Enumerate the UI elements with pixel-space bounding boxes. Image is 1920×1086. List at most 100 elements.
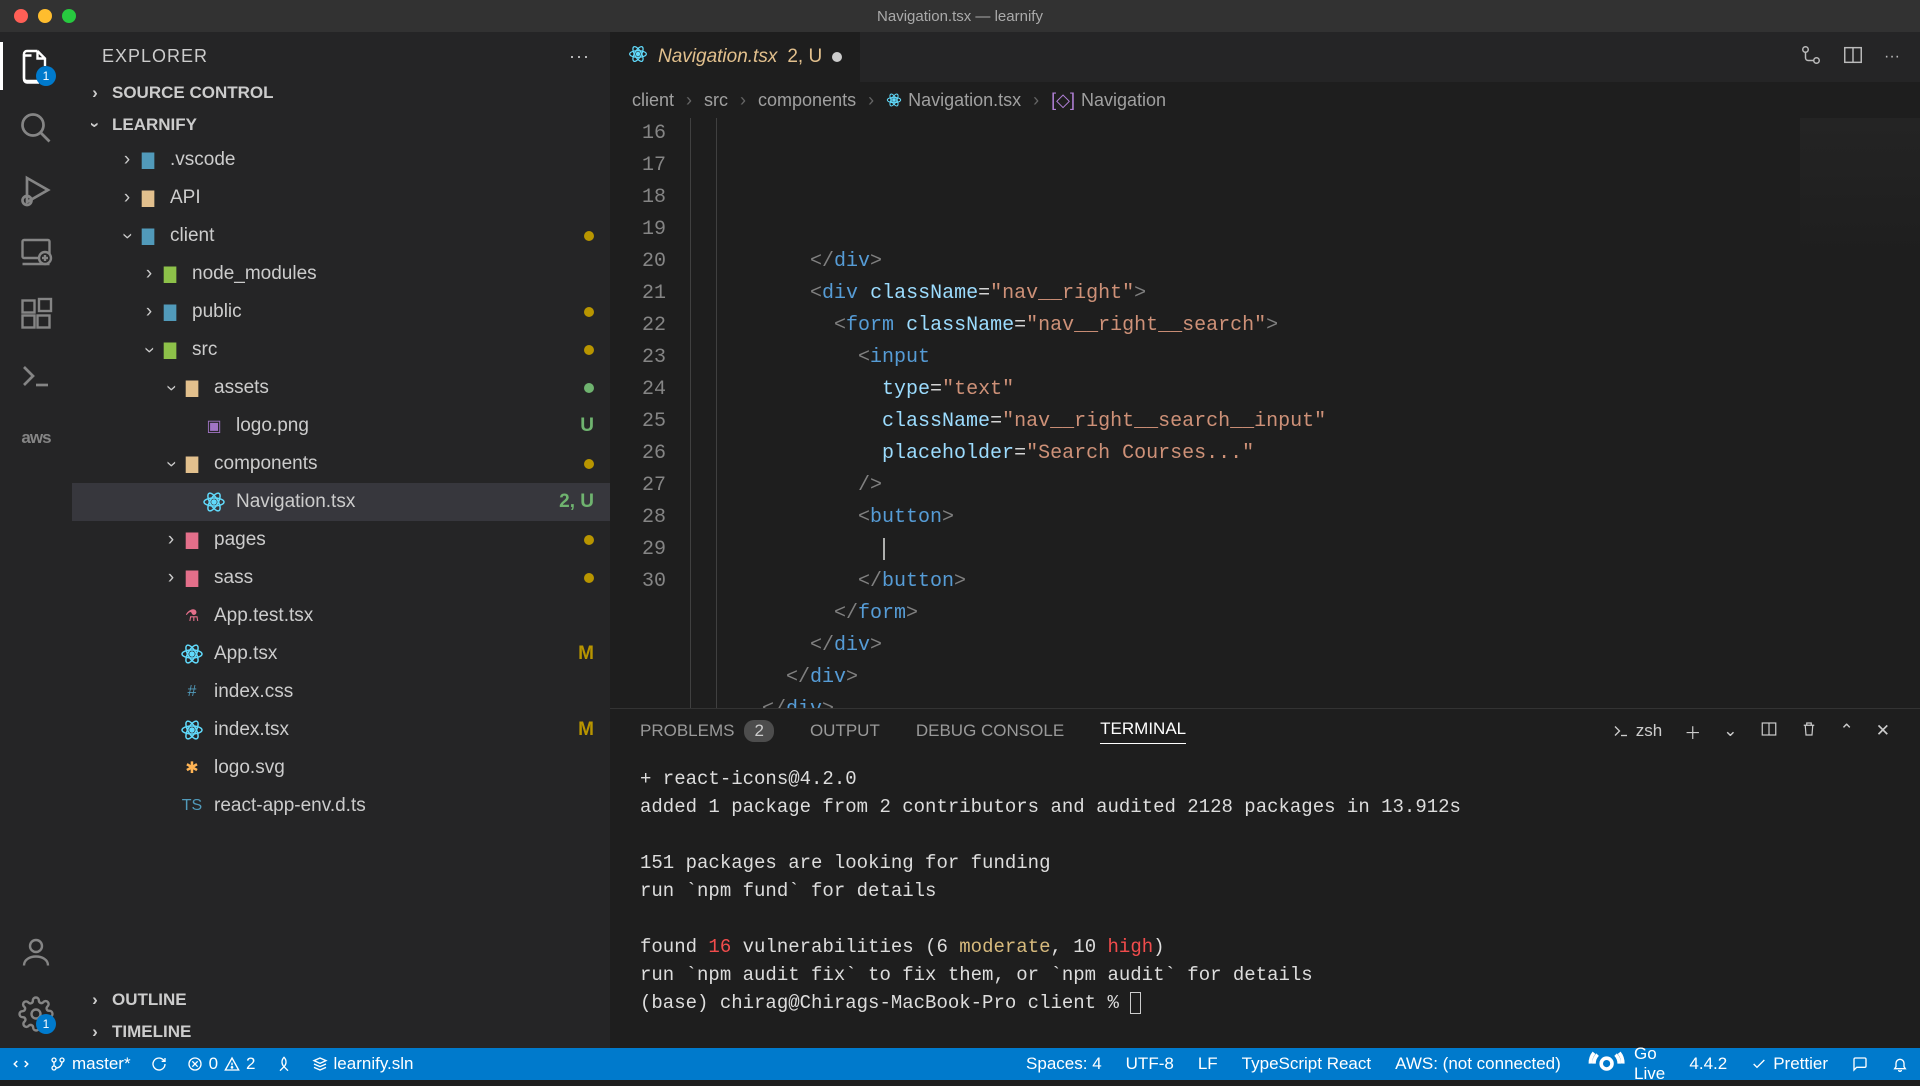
indentation[interactable]: Spaces: 4 (1026, 1054, 1102, 1074)
tree-row-assets[interactable]: ›▇assets (72, 369, 610, 407)
tab-navigation[interactable]: Navigation.tsx 2, U (610, 32, 860, 82)
shell-selector[interactable]: zsh (1612, 721, 1662, 741)
code-line[interactable]: </button> (690, 566, 1920, 598)
chevron-right-icon: › (140, 301, 158, 323)
tree-row-sass[interactable]: ›▇sass (72, 559, 610, 597)
eol[interactable]: LF (1198, 1054, 1218, 1074)
tab-problems[interactable]: PROBLEMS 2 (640, 720, 774, 742)
extensions-icon[interactable] (18, 296, 54, 332)
tree-row-node-modules[interactable]: ›▇node_modules (72, 255, 610, 293)
terminal-output[interactable]: + react-icons@4.2.0added 1 package from … (610, 753, 1920, 1048)
breadcrumbs[interactable]: client›src›components› Navigation.tsx›[◇… (610, 82, 1920, 118)
tree-row-react-app-env-d-ts[interactable]: TSreact-app-env.d.ts (72, 787, 610, 825)
tree-row-src[interactable]: ›▇src (72, 331, 610, 369)
split-editor-icon[interactable] (1842, 44, 1864, 71)
sync-button[interactable] (151, 1056, 167, 1072)
accounts-icon[interactable] (18, 934, 54, 970)
sidebar-more-icon[interactable]: ··· (569, 46, 590, 67)
tab-terminal[interactable]: TERMINAL (1100, 719, 1186, 744)
code-line[interactable]: </form> (690, 598, 1920, 630)
prettier-button[interactable]: Prettier (1751, 1054, 1828, 1074)
tree-row-index-tsx[interactable]: index.tsxM (72, 711, 610, 749)
close-window-icon[interactable] (14, 9, 28, 23)
close-panel-icon[interactable]: ✕ (1876, 721, 1890, 741)
settings-icon[interactable]: 1 (18, 996, 54, 1032)
code-line[interactable]: <button> (690, 502, 1920, 534)
git-status: 2, U (559, 491, 594, 513)
section-source-control[interactable]: › SOURCE CONTROL (72, 77, 610, 109)
aws-icon[interactable]: aws (18, 420, 54, 456)
code-line[interactable]: </div> (690, 630, 1920, 662)
breadcrumb-item[interactable]: src (704, 90, 728, 111)
breadcrumb-item[interactable]: client (632, 90, 674, 111)
breadcrumb-item[interactable]: components (758, 90, 856, 111)
maximize-window-icon[interactable] (62, 9, 76, 23)
compare-icon[interactable] (1800, 44, 1822, 71)
tab-bar: Navigation.tsx 2, U ··· (610, 32, 1920, 82)
code-line[interactable]: type="text" (690, 374, 1920, 406)
branch-button[interactable]: master* (50, 1054, 131, 1074)
git-status-dot (584, 535, 594, 545)
tree-row-index-css[interactable]: #index.css (72, 673, 610, 711)
encoding[interactable]: UTF-8 (1126, 1054, 1174, 1074)
status-port-icon[interactable] (276, 1056, 292, 1072)
aws-status[interactable]: AWS: (not connected) (1395, 1054, 1561, 1074)
tree-row-public[interactable]: ›▇public (72, 293, 610, 331)
errors-warnings[interactable]: 0 2 (187, 1054, 256, 1074)
code-editor[interactable]: 161718192021222324252627282930 </div> <d… (610, 118, 1920, 708)
remote-button[interactable] (12, 1055, 30, 1073)
terminal-dropdown-icon[interactable]: ⌄ (1723, 721, 1737, 741)
tree-row--vscode[interactable]: ›▇.vscode (72, 141, 610, 179)
code-line[interactable]: </div> (690, 246, 1920, 278)
tree-label: sass (214, 567, 584, 589)
tree-row-pages[interactable]: ›▇pages (72, 521, 610, 559)
chevron-right-icon: › (140, 263, 158, 285)
tree-row-navigation-tsx[interactable]: Navigation.tsx2, U (72, 483, 610, 521)
terminal-panel-icon[interactable] (18, 358, 54, 394)
minimap[interactable] (1800, 118, 1920, 258)
code-line[interactable]: </div> (690, 694, 1920, 708)
code-line[interactable]: placeholder="Search Courses..." (690, 438, 1920, 470)
tree-row-api[interactable]: ›▇API (72, 179, 610, 217)
tree-row-app-tsx[interactable]: App.tsxM (72, 635, 610, 673)
code-line[interactable]: <form className="nav__right__search"> (690, 310, 1920, 342)
go-live-button[interactable]: Go Live (1585, 1042, 1666, 1085)
breadcrumb-item[interactable]: Navigation.tsx (886, 90, 1021, 111)
code-line[interactable]: className="nav__right__search__input" (690, 406, 1920, 438)
section-timeline[interactable]: › TIMELINE (72, 1016, 610, 1048)
code-line[interactable]: <input (690, 342, 1920, 374)
breadcrumb-sep: › (740, 90, 746, 111)
code-line[interactable]: </div> (690, 662, 1920, 694)
branch-name: master* (72, 1054, 131, 1074)
extension-version[interactable]: 4.4.2 (1689, 1054, 1727, 1074)
remote-explorer-icon[interactable] (18, 234, 54, 270)
code-line[interactable] (690, 534, 1920, 566)
minimize-window-icon[interactable] (38, 9, 52, 23)
tree-row-app-test-tsx[interactable]: ⚗App.test.tsx (72, 597, 610, 635)
feedback-icon[interactable] (1852, 1056, 1868, 1072)
code-line[interactable]: <div className="nav__right"> (690, 278, 1920, 310)
section-project[interactable]: › LEARNIFY (72, 109, 610, 141)
kill-terminal-icon[interactable] (1800, 720, 1818, 743)
section-outline[interactable]: › OUTLINE (72, 984, 610, 1016)
search-icon[interactable] (18, 110, 54, 146)
run-debug-icon[interactable] (18, 172, 54, 208)
code-line[interactable]: /> (690, 470, 1920, 502)
language-mode[interactable]: TypeScript React (1242, 1054, 1371, 1074)
notifications-icon[interactable] (1892, 1056, 1908, 1072)
new-terminal-icon[interactable]: ＋ (1684, 719, 1701, 744)
tab-output[interactable]: OUTPUT (810, 721, 880, 741)
explorer-icon[interactable]: 1 (18, 48, 54, 84)
solution-button[interactable]: learnify.sln (312, 1054, 414, 1074)
tree-row-logo-png[interactable]: ▣logo.pngU (72, 407, 610, 445)
breadcrumb-item[interactable]: [◇] Navigation (1051, 90, 1166, 111)
code-lines[interactable]: </div> <div className="nav__right"> <for… (690, 118, 1920, 708)
maximize-panel-icon[interactable]: ⌃ (1840, 721, 1854, 741)
tree-row-components[interactable]: ›▇components (72, 445, 610, 483)
problems-count: 2 (744, 720, 773, 742)
tree-row-logo-svg[interactable]: ✱logo.svg (72, 749, 610, 787)
tree-row-client[interactable]: ›▇client (72, 217, 610, 255)
split-terminal-icon[interactable] (1760, 720, 1778, 743)
tab-debug-console[interactable]: DEBUG CONSOLE (916, 721, 1064, 741)
more-icon[interactable]: ··· (1884, 48, 1900, 66)
